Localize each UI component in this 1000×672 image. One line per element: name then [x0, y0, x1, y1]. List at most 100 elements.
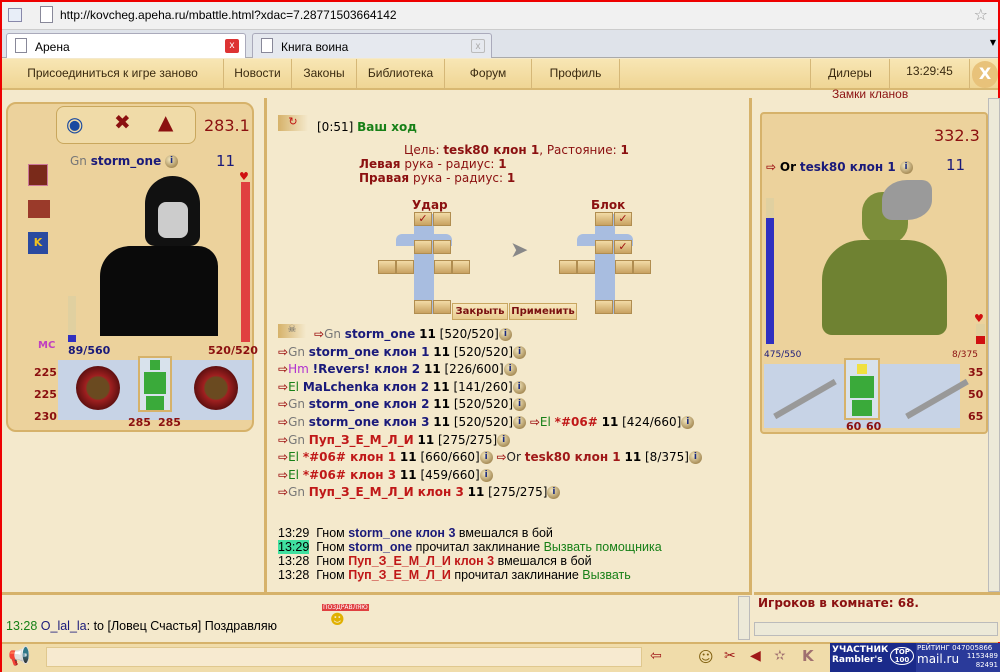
chat-area: [2, 592, 752, 642]
fighter-name[interactable]: *#06# клон 1: [303, 450, 396, 464]
fighter-name[interactable]: storm_one клон 1: [309, 345, 430, 359]
eye-icon[interactable]: ◉: [66, 112, 83, 136]
fighter-name[interactable]: *#06#: [555, 415, 598, 429]
info-icon[interactable]: i: [513, 416, 527, 429]
rambler-counter[interactable]: УЧАСТНИК Rambler's TOP 100: [830, 643, 916, 672]
body-zone-cell[interactable]: [615, 260, 633, 274]
sound-button[interactable]: ◀: [750, 648, 761, 664]
body-zone-cell[interactable]: [414, 300, 432, 314]
log-name[interactable]: Пуп_З_Е_М_Л_И: [348, 568, 451, 582]
chat-user[interactable]: O_lal_la: [41, 619, 87, 633]
info-icon[interactable]: i: [681, 416, 695, 429]
shield-left[interactable]: [76, 366, 120, 410]
log-name[interactable]: storm_one клон 3: [348, 526, 455, 540]
fighter-name[interactable]: storm_one клон 2: [309, 397, 430, 411]
chat-input[interactable]: [46, 647, 642, 667]
body-zone-cell[interactable]: [378, 260, 396, 274]
sidebar-bag-icon[interactable]: [28, 200, 50, 218]
info-icon[interactable]: i: [479, 468, 493, 482]
arrow-icon: ⇨: [278, 467, 289, 482]
body-zone-cell[interactable]: [614, 300, 632, 314]
info-icon[interactable]: i: [512, 380, 526, 394]
url-input[interactable]: http://kovcheg.apeha.ru/mbattle.html?xda…: [60, 8, 397, 22]
body-zone-cell[interactable]: [452, 260, 470, 274]
mailru-counter[interactable]: РЕЙТИНГ 047005866 mail.ru 1153489 82491: [916, 643, 1000, 672]
megaphone-icon[interactable]: 📢: [8, 646, 30, 667]
nav-forum[interactable]: Форум: [445, 59, 532, 90]
bookmark-star-icon[interactable]: ☆: [974, 5, 988, 24]
body-zone-cell[interactable]: [595, 300, 613, 314]
info-icon[interactable]: i: [513, 398, 527, 412]
nav-dealers[interactable]: Дилеры: [810, 59, 890, 90]
close-button[interactable]: Закрыть: [452, 303, 508, 320]
sidebar-book-icon[interactable]: [28, 164, 48, 186]
close-game-button[interactable]: X: [972, 61, 998, 88]
fighter-name[interactable]: !Revers! клон 2: [313, 362, 421, 376]
send-arrow-button[interactable]: ⇦: [650, 648, 662, 664]
fighter-name[interactable]: storm_one клон 3: [309, 415, 430, 429]
body-zone-cell[interactable]: [577, 260, 595, 274]
log-name[interactable]: storm_one: [348, 540, 412, 554]
body-zone-cell[interactable]: [595, 240, 613, 254]
fighter-hp: [275/275]: [488, 485, 548, 500]
nav-rejoin[interactable]: Присоединиться к игре заново: [2, 59, 224, 90]
fighter-name[interactable]: tesk80 клон 1: [525, 450, 621, 464]
scissors-button[interactable]: ✂: [724, 648, 736, 664]
body-zone-cell[interactable]: [434, 260, 452, 274]
main-scrollbar[interactable]: [988, 98, 1000, 592]
tab-list-arrow-icon[interactable]: ▼: [990, 38, 996, 47]
tab-warrior-book[interactable]: Книга воина x: [252, 33, 492, 58]
log-name[interactable]: Пуп_З_Е_М_Л_И клон 3: [348, 554, 494, 568]
chat-scrollbar[interactable]: [738, 596, 750, 640]
info-icon[interactable]: i: [165, 155, 179, 168]
players-hscrollbar[interactable]: [754, 622, 998, 636]
body-zone-cell[interactable]: [396, 260, 414, 274]
info-icon[interactable]: i: [547, 486, 561, 500]
body-zone-cell[interactable]: [433, 212, 451, 226]
tab-arena[interactable]: Арена x: [6, 33, 246, 58]
nav-laws[interactable]: Законы: [292, 59, 357, 90]
body-zone-cell[interactable]: [559, 260, 577, 274]
close-tab-icon[interactable]: x: [471, 39, 485, 53]
fighter-name[interactable]: storm_one: [345, 327, 415, 341]
armor-value: 285: [128, 416, 151, 429]
info-icon[interactable]: i: [497, 433, 511, 447]
arrow-icon: ⇨: [766, 160, 777, 174]
info-icon[interactable]: i: [498, 328, 512, 341]
nav-profile[interactable]: Профиль: [532, 59, 620, 90]
smiley-button[interactable]: ☺: [698, 648, 714, 666]
body-zone-cell[interactable]: [595, 212, 613, 226]
body-zone-cell[interactable]: [633, 260, 651, 274]
close-tab-icon[interactable]: x: [225, 39, 239, 53]
info-icon[interactable]: i: [688, 451, 702, 465]
k-button[interactable]: K: [802, 647, 814, 665]
shield-right[interactable]: [194, 366, 238, 410]
body-zone-cell[interactable]: ✓: [414, 212, 432, 226]
nav-news[interactable]: Новости: [224, 59, 292, 90]
enemy-name[interactable]: tesk80 клон 1: [800, 160, 896, 174]
player-name[interactable]: storm_one: [91, 154, 161, 168]
body-zone-cell[interactable]: ✓: [614, 240, 632, 254]
info-icon[interactable]: i: [513, 345, 527, 359]
search-icon[interactable]: [8, 8, 22, 22]
arrow-icon: ⇨: [278, 450, 289, 465]
body-zone-cell[interactable]: ✓: [614, 212, 632, 226]
mouse-cursor: ➤: [510, 238, 529, 263]
info-icon[interactable]: i: [899, 161, 913, 174]
body-zone-cell[interactable]: [433, 300, 451, 314]
fighter-name[interactable]: MaLchenka клон 2: [303, 380, 429, 394]
body-zone-cell[interactable]: [433, 240, 451, 254]
sidebar-k-icon[interactable]: K: [28, 232, 48, 254]
info-icon[interactable]: i: [503, 363, 517, 377]
fighter-name[interactable]: *#06# клон 3: [303, 468, 396, 482]
nav-library[interactable]: Библиотека: [357, 59, 445, 90]
fighter-name[interactable]: Пуп_З_Е_М_Л_И: [309, 433, 414, 447]
apply-button[interactable]: Применить: [509, 303, 577, 320]
body-zone-cell[interactable]: [414, 240, 432, 254]
fighter-name[interactable]: Пуп_З_Е_М_Л_И клон 3: [309, 485, 464, 499]
wizard-icon[interactable]: ▲: [158, 110, 173, 134]
refresh-button[interactable]: ↻: [278, 115, 308, 131]
star-button[interactable]: ✫: [774, 648, 786, 664]
info-icon[interactable]: i: [479, 451, 493, 465]
tools-icon[interactable]: ✖: [114, 110, 131, 134]
